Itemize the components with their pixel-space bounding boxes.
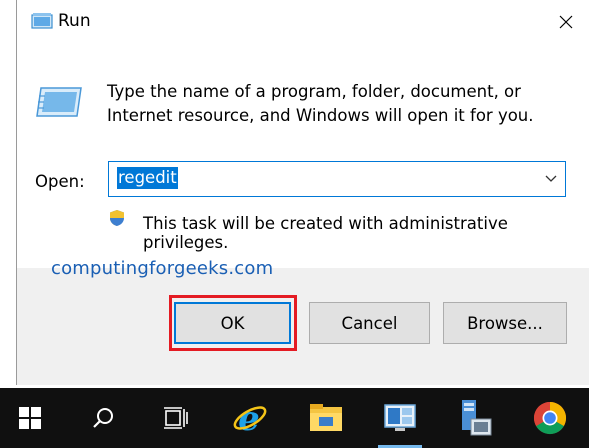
run-dialog: Run Type the name of a program, folder, … xyxy=(16,0,589,385)
internet-explorer-button[interactable]: e xyxy=(220,388,280,448)
close-button[interactable] xyxy=(543,0,589,44)
start-button[interactable] xyxy=(0,388,60,448)
internet-explorer-icon: e xyxy=(233,401,267,435)
run-program-icon xyxy=(36,87,82,117)
chrome-icon xyxy=(533,401,567,435)
open-label: Open: xyxy=(35,172,85,191)
uac-shield-icon xyxy=(110,210,124,226)
open-input-value[interactable]: regedit xyxy=(117,167,178,189)
dialog-description: Type the name of a program, folder, docu… xyxy=(107,82,534,125)
chrome-button[interactable] xyxy=(520,388,580,448)
administrative-tools-button[interactable] xyxy=(445,388,505,448)
close-icon xyxy=(559,15,573,29)
screen: Run Type the name of a program, folder, … xyxy=(0,0,589,448)
file-explorer-icon xyxy=(310,404,342,431)
open-input[interactable]: regedit xyxy=(108,161,566,197)
file-explorer-button[interactable] xyxy=(296,388,356,448)
task-view-icon xyxy=(164,407,188,429)
dialog-title: Run xyxy=(58,11,91,31)
server-manager-button[interactable] xyxy=(370,388,430,448)
powershell-icon xyxy=(462,400,492,436)
server-manager-icon xyxy=(384,404,416,431)
search-icon xyxy=(93,408,113,428)
dropdown-button[interactable] xyxy=(537,162,565,196)
watermark: computingforgeeks.com xyxy=(51,258,274,279)
cancel-button[interactable]: Cancel xyxy=(309,302,430,344)
ok-button[interactable]: OK xyxy=(174,302,291,344)
svg-text:e: e xyxy=(238,401,260,435)
taskbar: e xyxy=(0,388,589,448)
chevron-down-icon xyxy=(545,175,557,182)
search-button[interactable] xyxy=(73,388,133,448)
admin-privileges-note: This task will be created with administr… xyxy=(143,214,508,252)
task-view-button[interactable] xyxy=(146,388,206,448)
title-bar[interactable]: Run xyxy=(17,0,589,46)
dialog-content: Type the name of a program, folder, docu… xyxy=(17,46,589,268)
run-icon xyxy=(31,13,53,29)
browse-button[interactable]: Browse... xyxy=(443,302,567,344)
start-icon xyxy=(19,407,41,429)
